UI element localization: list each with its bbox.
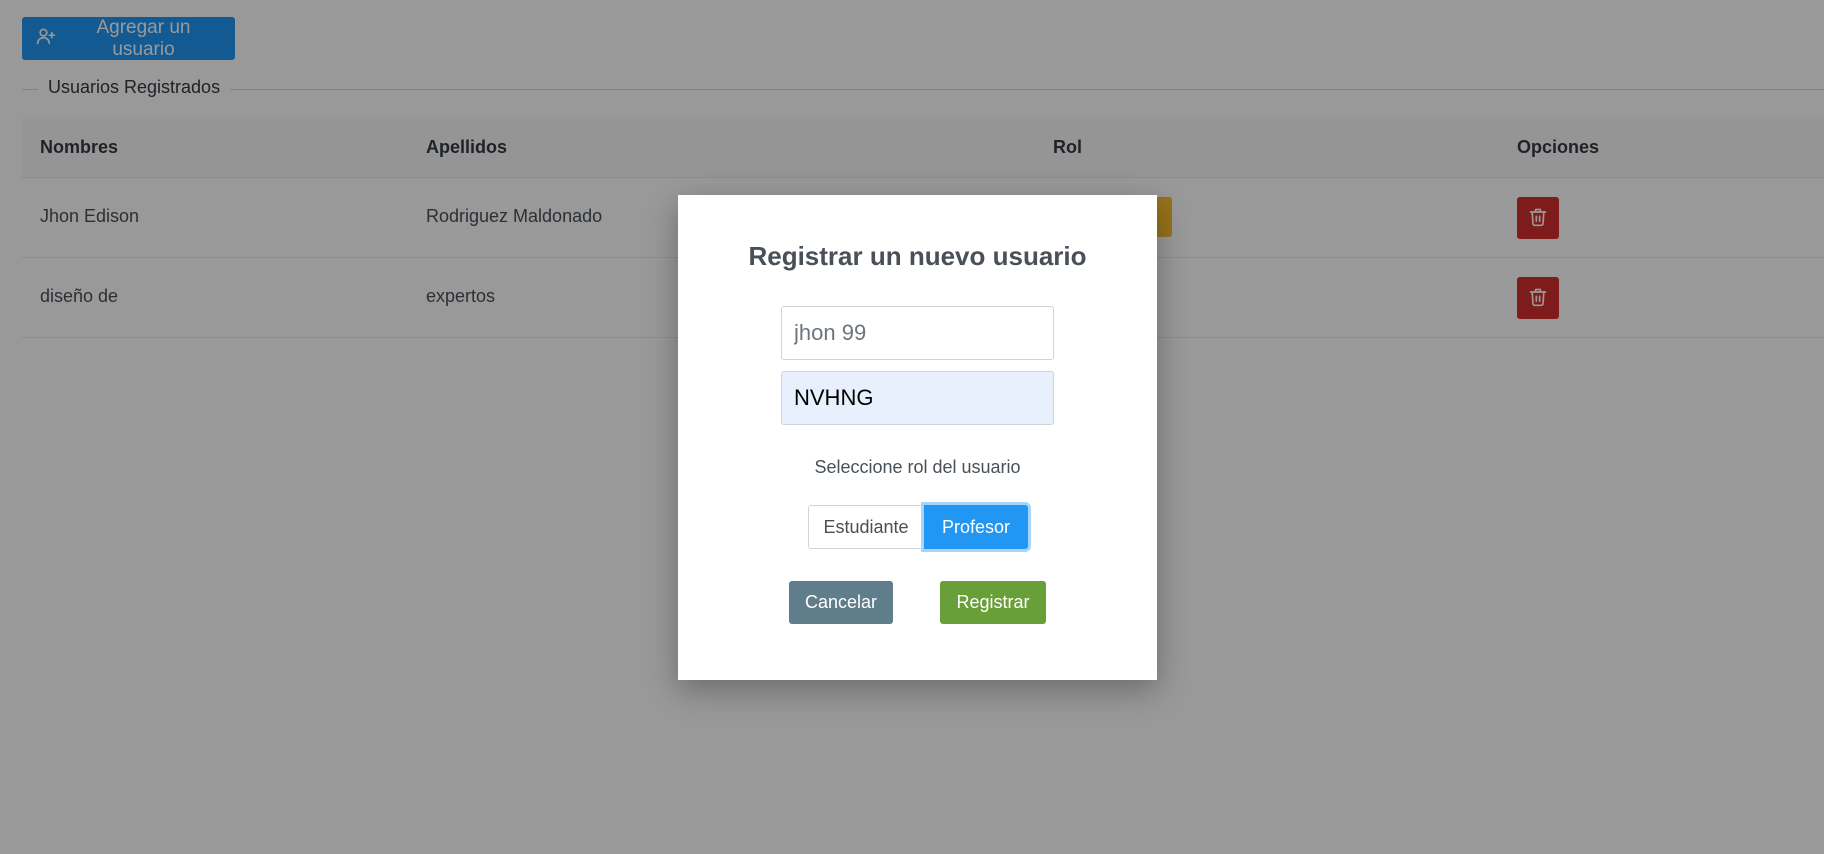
password-input[interactable]	[781, 371, 1054, 425]
register-button[interactable]: Registrar	[940, 581, 1046, 624]
dialog-title: Registrar un nuevo usuario	[748, 241, 1087, 271]
page: Agregar un usuario Usuarios Registrados …	[0, 0, 1824, 854]
username-input[interactable]	[781, 306, 1054, 360]
role-option-estudiante[interactable]: Estudiante	[808, 505, 924, 549]
role-prompt: Seleccione rol del usuario	[814, 457, 1021, 477]
role-option-profesor[interactable]: Profesor	[924, 505, 1028, 549]
register-user-dialog: Registrar un nuevo usuario Seleccione ro…	[678, 195, 1157, 680]
cancel-button[interactable]: Cancelar	[789, 581, 893, 624]
role-selector: Estudiante Profesor	[808, 505, 1028, 549]
